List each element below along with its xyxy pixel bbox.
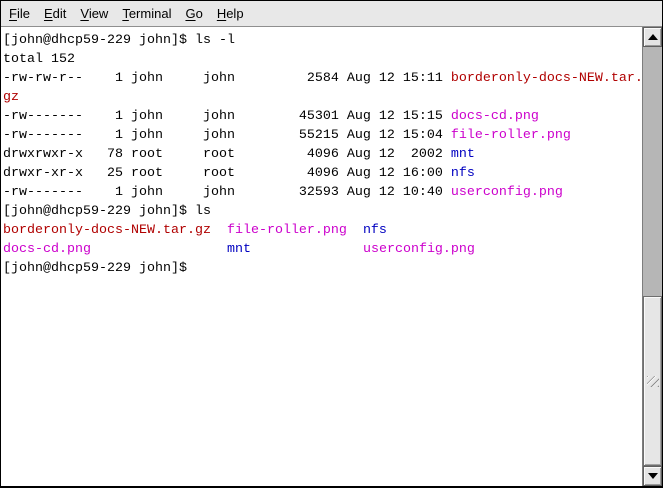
terminal-line: -rw-rw-r-- 1 john john 2584 Aug 12 15:11… bbox=[3, 69, 642, 88]
scroll-down-button[interactable] bbox=[643, 466, 662, 486]
terminal-line: [john@dhcp59-229 john]$ ls -l bbox=[3, 31, 642, 50]
terminal-text-segment: -rw------- 1 john john 55215 Aug 12 15:0… bbox=[3, 128, 451, 143]
terminal-text-segment: gz bbox=[3, 90, 19, 105]
terminal-line: -rw------- 1 john john 32593 Aug 12 10:4… bbox=[3, 183, 642, 202]
menu-item-file[interactable]: File bbox=[2, 1, 37, 26]
scroll-down-icon bbox=[648, 473, 658, 479]
terminal-text-segment: docs-cd.png bbox=[451, 109, 539, 124]
scroll-up-icon bbox=[648, 34, 658, 40]
terminal-text-segment: mnt bbox=[451, 147, 475, 162]
terminal-text-segment: drwxr-xr-x 25 root root 4096 Aug 12 16:0… bbox=[3, 166, 451, 181]
menu-item-help[interactable]: Help bbox=[210, 1, 251, 26]
scrollbar-thumb[interactable] bbox=[643, 296, 662, 466]
terminal-text-segment: mnt bbox=[227, 242, 251, 257]
terminal-text-segment bbox=[251, 242, 363, 257]
terminal-line: borderonly-docs-NEW.tar.gz file-roller.p… bbox=[3, 221, 642, 240]
terminal-text-segment: nfs bbox=[363, 223, 387, 238]
terminal-text-segment: -rw------- 1 john john 45301 Aug 12 15:1… bbox=[3, 109, 451, 124]
terminal-text-segment: [john@dhcp59-229 john]$ ls -l bbox=[3, 33, 235, 48]
terminal-window: File Edit View Terminal Go Help [john@dh… bbox=[0, 0, 663, 488]
terminal-line: docs-cd.png mnt userconfig.png bbox=[3, 240, 642, 259]
terminal-text-segment: borderonly-docs-NEW.tar.gz bbox=[3, 223, 211, 238]
terminal-text-segment: [john@dhcp59-229 john]$ bbox=[3, 261, 195, 276]
terminal-screen[interactable]: [john@dhcp59-229 john]$ ls -l total 152 -r… bbox=[1, 27, 642, 486]
menu-item-terminal[interactable]: Terminal bbox=[115, 1, 178, 26]
terminal-text-segment: file-roller.png bbox=[227, 223, 347, 238]
menu-item-view[interactable]: View bbox=[73, 1, 115, 26]
scroll-up-button[interactable] bbox=[643, 27, 662, 47]
terminal-line: drwxr-xr-x 25 root root 4096 Aug 12 16:0… bbox=[3, 164, 642, 183]
terminal-text-segment: userconfig.png bbox=[363, 242, 475, 257]
terminal-text-segment: total 152 bbox=[3, 52, 75, 67]
terminal-line: gz bbox=[3, 88, 642, 107]
terminal-text-segment: docs-cd.png bbox=[3, 242, 91, 257]
terminal-line: [john@dhcp59-229 john]$ ls bbox=[3, 202, 642, 221]
terminal-text-segment: -rw-rw-r-- 1 john john 2584 Aug 12 15:11 bbox=[3, 71, 451, 86]
terminal-text-segment: userconfig.png bbox=[451, 185, 563, 200]
terminal-line: total 152 bbox=[3, 50, 642, 69]
scrollbar bbox=[642, 27, 662, 486]
terminal-text-segment: borderonly-docs-NEW.tar. bbox=[451, 71, 642, 86]
terminal-text-segment bbox=[347, 223, 363, 238]
terminal-line: -rw------- 1 john john 45301 Aug 12 15:1… bbox=[3, 107, 642, 126]
scrollbar-trough[interactable] bbox=[643, 47, 662, 466]
terminal-line: drwxrwxr-x 78 root root 4096 Aug 12 2002… bbox=[3, 145, 642, 164]
menu-item-go[interactable]: Go bbox=[178, 1, 209, 26]
terminal-text-segment: [john@dhcp59-229 john]$ ls bbox=[3, 204, 211, 219]
terminal-text-segment bbox=[91, 242, 227, 257]
terminal-text-segment: drwxrwxr-x 78 root root 4096 Aug 12 2002 bbox=[3, 147, 451, 162]
terminal-line: -rw------- 1 john john 55215 Aug 12 15:0… bbox=[3, 126, 642, 145]
menu-item-edit[interactable]: Edit bbox=[37, 1, 73, 26]
menu-bar: File Edit View Terminal Go Help bbox=[1, 1, 662, 27]
thumb-grip-icon bbox=[647, 376, 659, 387]
terminal-text-segment: nfs bbox=[451, 166, 475, 181]
terminal-line: [john@dhcp59-229 john]$ bbox=[3, 259, 642, 278]
terminal-text-segment bbox=[211, 223, 227, 238]
terminal-text-segment: -rw------- 1 john john 32593 Aug 12 10:4… bbox=[3, 185, 451, 200]
terminal-text-segment: file-roller.png bbox=[451, 128, 571, 143]
